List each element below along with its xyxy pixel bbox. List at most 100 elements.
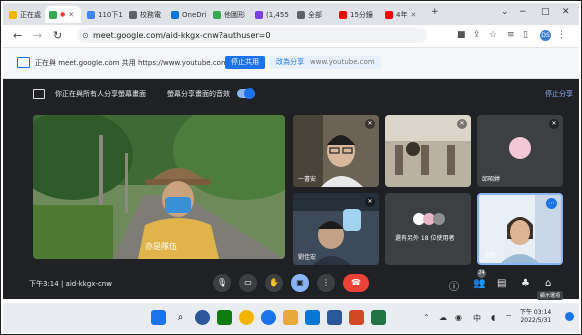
tab-favicon-icon [171,10,179,19]
menu-icon[interactable]: ⋮ [557,30,566,40]
share-icon[interactable]: ⇪ [473,30,481,40]
tab-8[interactable]: 15分鐘 [335,6,379,23]
avatar[interactable]: DS [540,30,551,41]
mic-off-icon: ✕ [457,119,467,129]
tab-0[interactable]: 正在處 [5,6,43,23]
present-icon [33,89,45,99]
minimize-button[interactable]: − [519,7,527,17]
tab-favicon-icon [297,10,305,19]
chevron-up-icon[interactable]: ⌃ [423,313,430,322]
tab-label: 15分鐘 [350,10,373,19]
youtube-icon [339,10,347,19]
participant-name: 一書安 [298,176,317,183]
people-icon[interactable]: 👥 [473,278,485,289]
tab-label: 校務電 [140,10,161,19]
mic-off-icon: ✕ [365,197,375,207]
tab-label: 正在處 [20,10,41,19]
clock-date: 2022/5/31 [520,317,552,324]
file-explorer-icon[interactable] [283,310,298,325]
maximize-button[interactable]: □ [541,7,550,17]
playlist-icon[interactable]: ≡ [507,30,515,40]
tab-2[interactable]: 110下1 [83,6,123,23]
powerpoint-icon[interactable] [349,310,364,325]
excel-icon[interactable] [371,310,386,325]
forward-button[interactable]: → [33,29,42,42]
reload-button[interactable]: ↻ [53,29,62,42]
participant-tile-active-speaker[interactable]: ⋯ 佳吟 [477,193,563,265]
app-icon[interactable] [305,310,320,325]
ime-indicator[interactable]: 中 [473,313,481,324]
more-options-icon[interactable]: ⋯ [546,198,557,209]
new-tab-button[interactable]: + [431,7,439,17]
camera-button[interactable]: ▭ [239,274,257,292]
windows-taskbar: ⌕ ⌃ ☁ ◉ 中 ◖ ⌔ 下午 03:14 2022/5/31 [3,303,579,333]
participant-tile[interactable]: ✕ 一書安 [293,115,379,187]
close-icon[interactable]: ✕ [68,11,74,19]
participant-tile[interactable]: ✕ [385,115,471,187]
cloud-icon[interactable]: ☁ [439,313,447,322]
tab-label: 110下1 [98,10,123,19]
presenting-bar: 你正在與所有人分享螢幕畫面 螢幕分享畫面的音效 停止分享 [25,86,575,104]
present-button[interactable]: ▣ [291,274,309,292]
tab-3[interactable]: 校務電 [125,6,165,23]
tab-favicon-icon [255,10,263,19]
participant-tile[interactable]: ✕ 劉佳宏 [293,193,379,265]
chevron-down-icon[interactable]: ⌄ [501,7,509,17]
network-icon[interactable]: ◉ [455,313,462,322]
stop-sharing-button[interactable]: 停止共用 [225,56,265,69]
more-options-button[interactable]: ⋮ [317,274,335,292]
url-text: meet.google.com/aid-kkgx-cnw?authuser=0 [93,31,271,40]
start-icon[interactable] [151,310,166,325]
back-button[interactable]: ← [13,29,22,42]
tab-9[interactable]: 4年 ✕ [381,6,425,23]
avatar [509,137,531,159]
screen-share-bar: 正在與 meet.google.com 共用 https://www.youtu… [3,48,579,79]
extension-icon[interactable]: ▯ [523,30,528,40]
tab-4[interactable]: OneDri [167,6,207,23]
raise-hand-button[interactable]: ✋ [265,274,283,292]
clock[interactable]: 下午 03:14 2022/5/31 [520,309,551,325]
tab-7[interactable]: 全部 [293,6,333,23]
browser-toolbar: ← → ↻ ⊙ meet.google.com/aid-kkgx-cnw?aut… [3,25,579,48]
close-icon[interactable]: ✕ [410,11,416,19]
wifi-icon[interactable]: ⌔ [505,313,513,323]
meet-icon [49,10,57,19]
participant-tile[interactable]: ✕ 邱昭婷 [477,115,563,187]
volume-icon[interactable]: ◖ [491,313,495,322]
tab-6[interactable]: (1,455 [251,6,291,23]
sharing-message: 正在與 meet.google.com 共用 https://www.youtu… [35,59,228,67]
mic-off-icon: ✕ [365,119,375,129]
meet-window: 你正在與所有人分享螢幕畫面 螢幕分享畫面的音效 停止分享 亦是隊伍 ✕ 一書安 … [3,79,579,299]
tab-favicon-icon [213,10,221,19]
people-count-badge: 24 [477,269,486,278]
notification-icon[interactable] [565,312,574,321]
chrome-icon[interactable] [239,310,254,325]
search-icon[interactable]: ⌕ [173,310,188,325]
star-icon[interactable]: ☆ [489,30,497,40]
tab-5[interactable]: 他圖形 [209,6,249,23]
microphone-button[interactable]: 🎙 [213,274,231,292]
stop-presenting-button[interactable]: 停止分享 [545,89,573,99]
more-participants-tile[interactable]: 還有另外 18 位使用者 [385,193,471,265]
tab-favicon-icon [87,10,95,19]
tab-label: (1,455 [266,10,289,19]
end-call-button[interactable]: ☎ [343,274,369,292]
word-icon[interactable] [327,310,342,325]
activities-icon[interactable]: ♣ [521,278,530,289]
share-this-tab-button[interactable]: 改為分享 www.youtube.com [270,56,381,69]
close-window-button[interactable]: ✕ [562,7,570,17]
youtube-icon [385,10,393,19]
app-icon[interactable] [217,310,232,325]
info-icon[interactable]: ⓘ [449,278,459,293]
tab-label: 全部 [308,10,322,19]
address-bar[interactable]: ⊙ meet.google.com/aid-kkgx-cnw?authuser=… [77,28,427,43]
chat-icon[interactable]: ▤ [497,278,506,289]
more-participants-label: 還有另外 18 位使用者 [395,235,455,242]
tab-meet-active[interactable]: ● ✕ [45,6,81,23]
participant-name: 邱昭婷 [482,176,501,183]
app-icon[interactable] [261,310,276,325]
host-controls-icon[interactable]: ⌂ [545,278,551,289]
edge-icon[interactable] [195,310,210,325]
camera-icon[interactable]: ■ [457,30,466,40]
audio-toggle[interactable] [237,88,255,99]
